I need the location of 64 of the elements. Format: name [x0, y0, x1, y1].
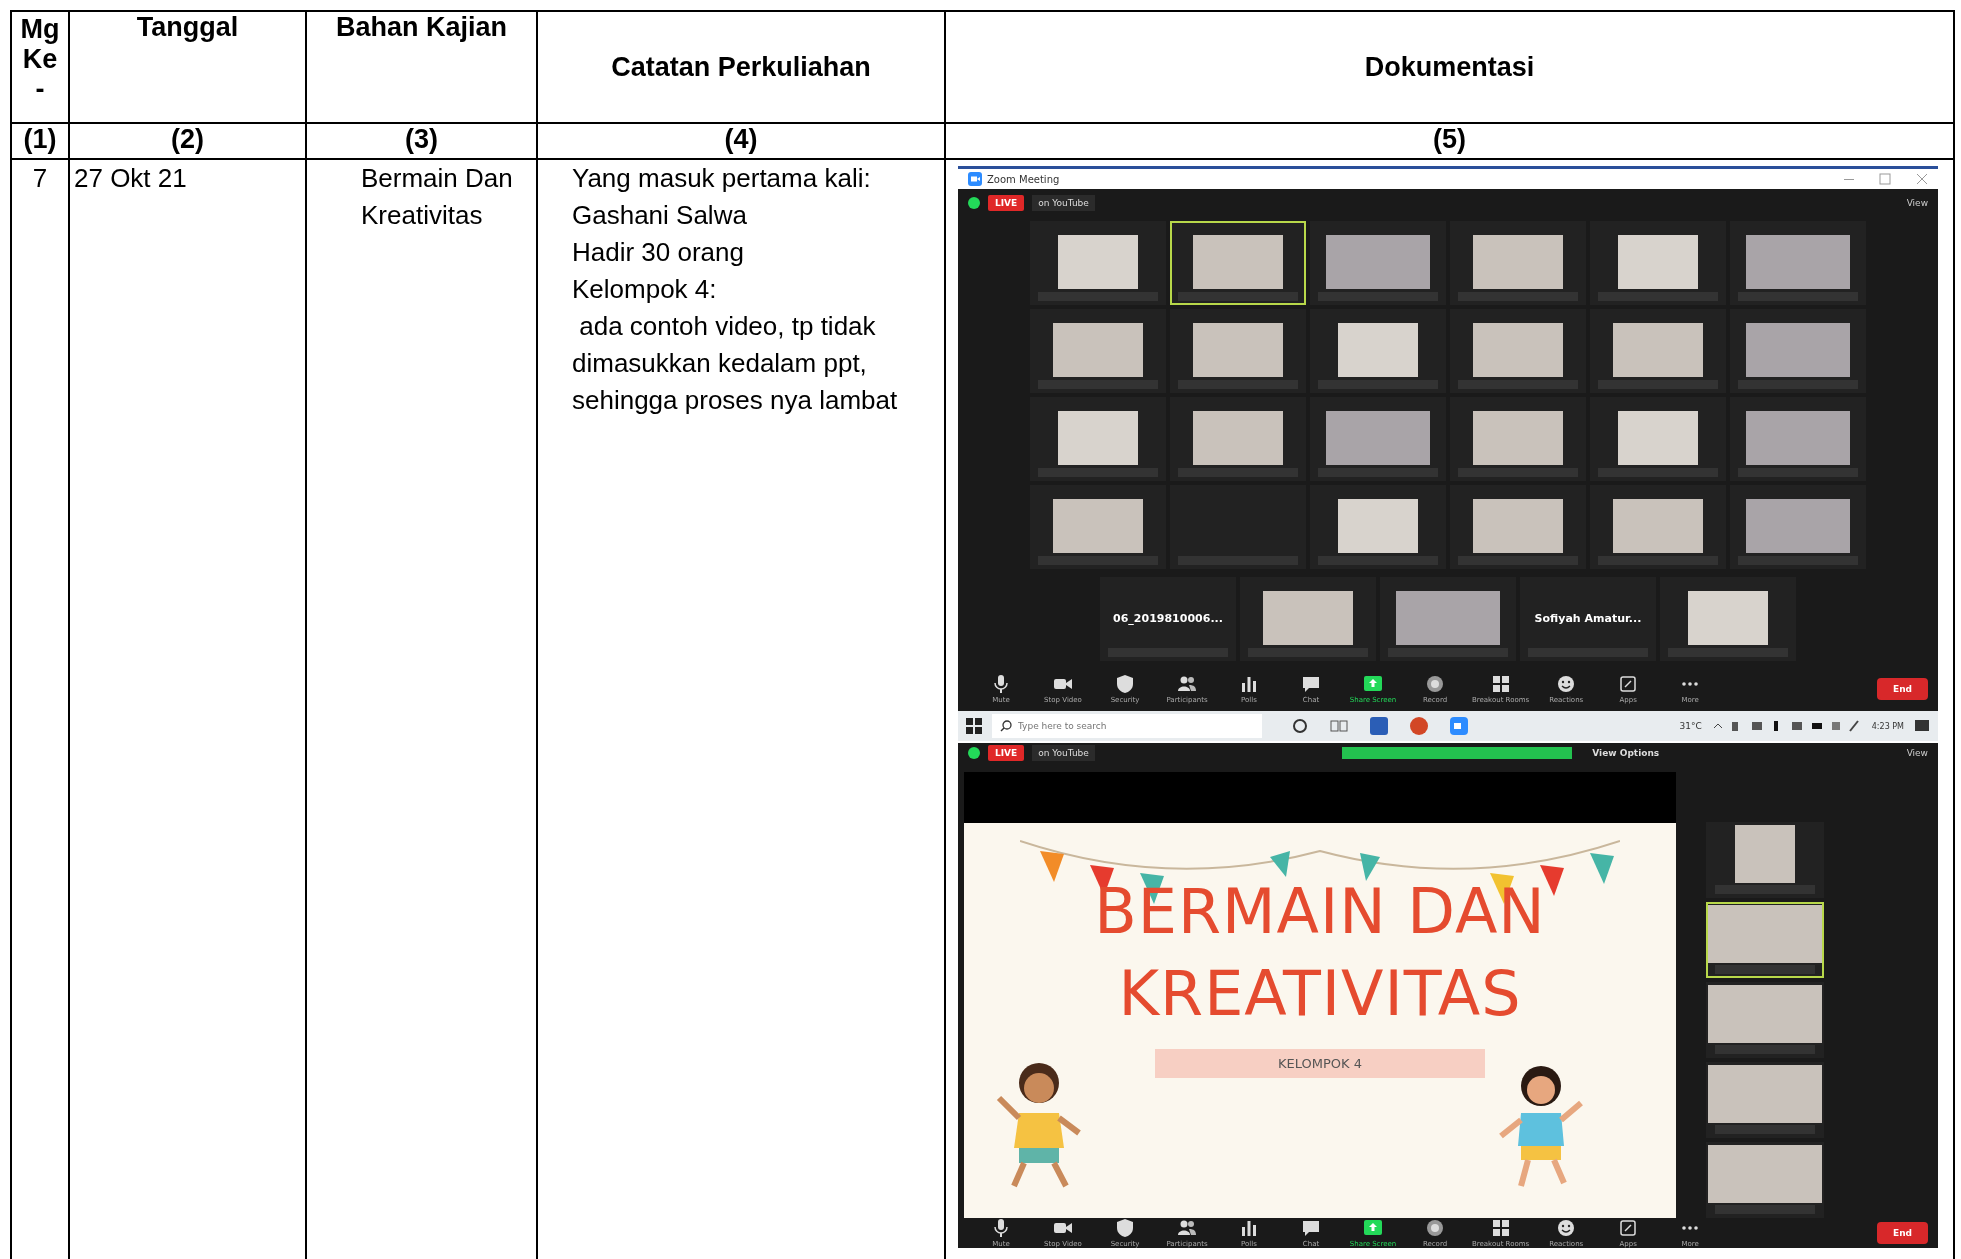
app-logo-icon: [968, 172, 982, 186]
record-icon: [1425, 674, 1445, 694]
more-icon: [1681, 1225, 1700, 1231]
task-view-icon: [1330, 718, 1348, 734]
end-button[interactable]: End: [1877, 1222, 1928, 1244]
live-badge[interactable]: LIVE: [988, 744, 1025, 761]
notification-icon: [1914, 718, 1930, 734]
note-text: Gashani Salwa: [572, 199, 748, 232]
view-button[interactable]: View: [1906, 198, 1928, 208]
stream-dropdown[interactable]: on YouTube: [1032, 744, 1095, 761]
clock-text: 4:23 PM: [1871, 721, 1904, 731]
participant-name: 06_2019810006...: [1113, 610, 1223, 627]
photo-placeholder: [1735, 825, 1795, 883]
window-controls-icon: [1844, 173, 1928, 185]
weather-text: 31°C: [1679, 721, 1702, 731]
note-text: ada contoh video, tp tidak dimasukkan kedalam ppt, sehingga proses nya lambat: [572, 310, 899, 417]
people-icon: [1177, 674, 1197, 694]
share-screen-icon: [1363, 674, 1383, 694]
live-badge[interactable]: LIVE: [988, 195, 1025, 211]
table-cell: 7: [11, 159, 69, 1259]
window-title: Zoom Meeting: [987, 173, 1060, 185]
column-number: (1): [11, 123, 69, 159]
note-text: Hadir 30 orang: [572, 236, 745, 269]
slide-title: KREATIVITAS: [1117, 956, 1523, 1032]
video-app-icon: [1450, 717, 1468, 735]
column-header: Tanggal: [69, 11, 306, 123]
column-number: (3): [306, 123, 537, 159]
column-number: (4): [537, 123, 945, 159]
column-header: Mg Ke -: [11, 11, 69, 123]
circle-icon: [1292, 718, 1308, 734]
column-number: (2): [69, 123, 306, 159]
column-header: Bahan Kajian: [306, 11, 537, 123]
microphone-icon: [991, 1218, 1011, 1238]
bar-chart-icon: [1239, 674, 1259, 694]
note-text: Kelompok 4:: [572, 273, 718, 306]
bar-chart-icon: [1239, 1218, 1259, 1238]
people-icon: [1177, 1218, 1197, 1238]
slide-title: BERMAIN DAN: [1094, 874, 1546, 950]
chat-bubble-icon: [1301, 1218, 1321, 1238]
column-header: Dokumentasi: [945, 11, 1954, 123]
powerpoint-app-icon: [1410, 717, 1428, 735]
participant-name: Sofiyah Amatur...: [1534, 610, 1642, 627]
apps-icon: [1618, 1218, 1639, 1238]
search-field[interactable]: Type here to search: [992, 714, 1262, 738]
share-screen-icon: [1363, 1218, 1383, 1238]
column-header: Catatan Perkuliahan: [537, 11, 945, 123]
end-button[interactable]: End: [1877, 678, 1928, 700]
apps-icon: [1618, 674, 1639, 694]
slide-subtitle: KELOMPOK 4: [1155, 1049, 1485, 1078]
view-options-button[interactable]: View Options: [1592, 747, 1660, 758]
grid-icon: [1490, 1218, 1511, 1238]
note-text: Yang masuk pertama kali:: [572, 162, 872, 195]
microphone-icon: [991, 674, 1011, 694]
smiley-icon: [1556, 674, 1577, 694]
chat-bubble-icon: [1301, 674, 1321, 694]
more-icon: [1681, 681, 1700, 687]
view-button[interactable]: View: [1906, 747, 1928, 758]
stream-dropdown[interactable]: on YouTube: [1032, 195, 1095, 211]
system-tray-icon: [1711, 719, 1862, 733]
word-app-icon: [1370, 717, 1388, 735]
record-icon: [1425, 1218, 1445, 1238]
grid-icon: [1490, 674, 1511, 694]
windows-logo-icon: [966, 718, 982, 734]
column-number: (5): [945, 123, 1954, 159]
